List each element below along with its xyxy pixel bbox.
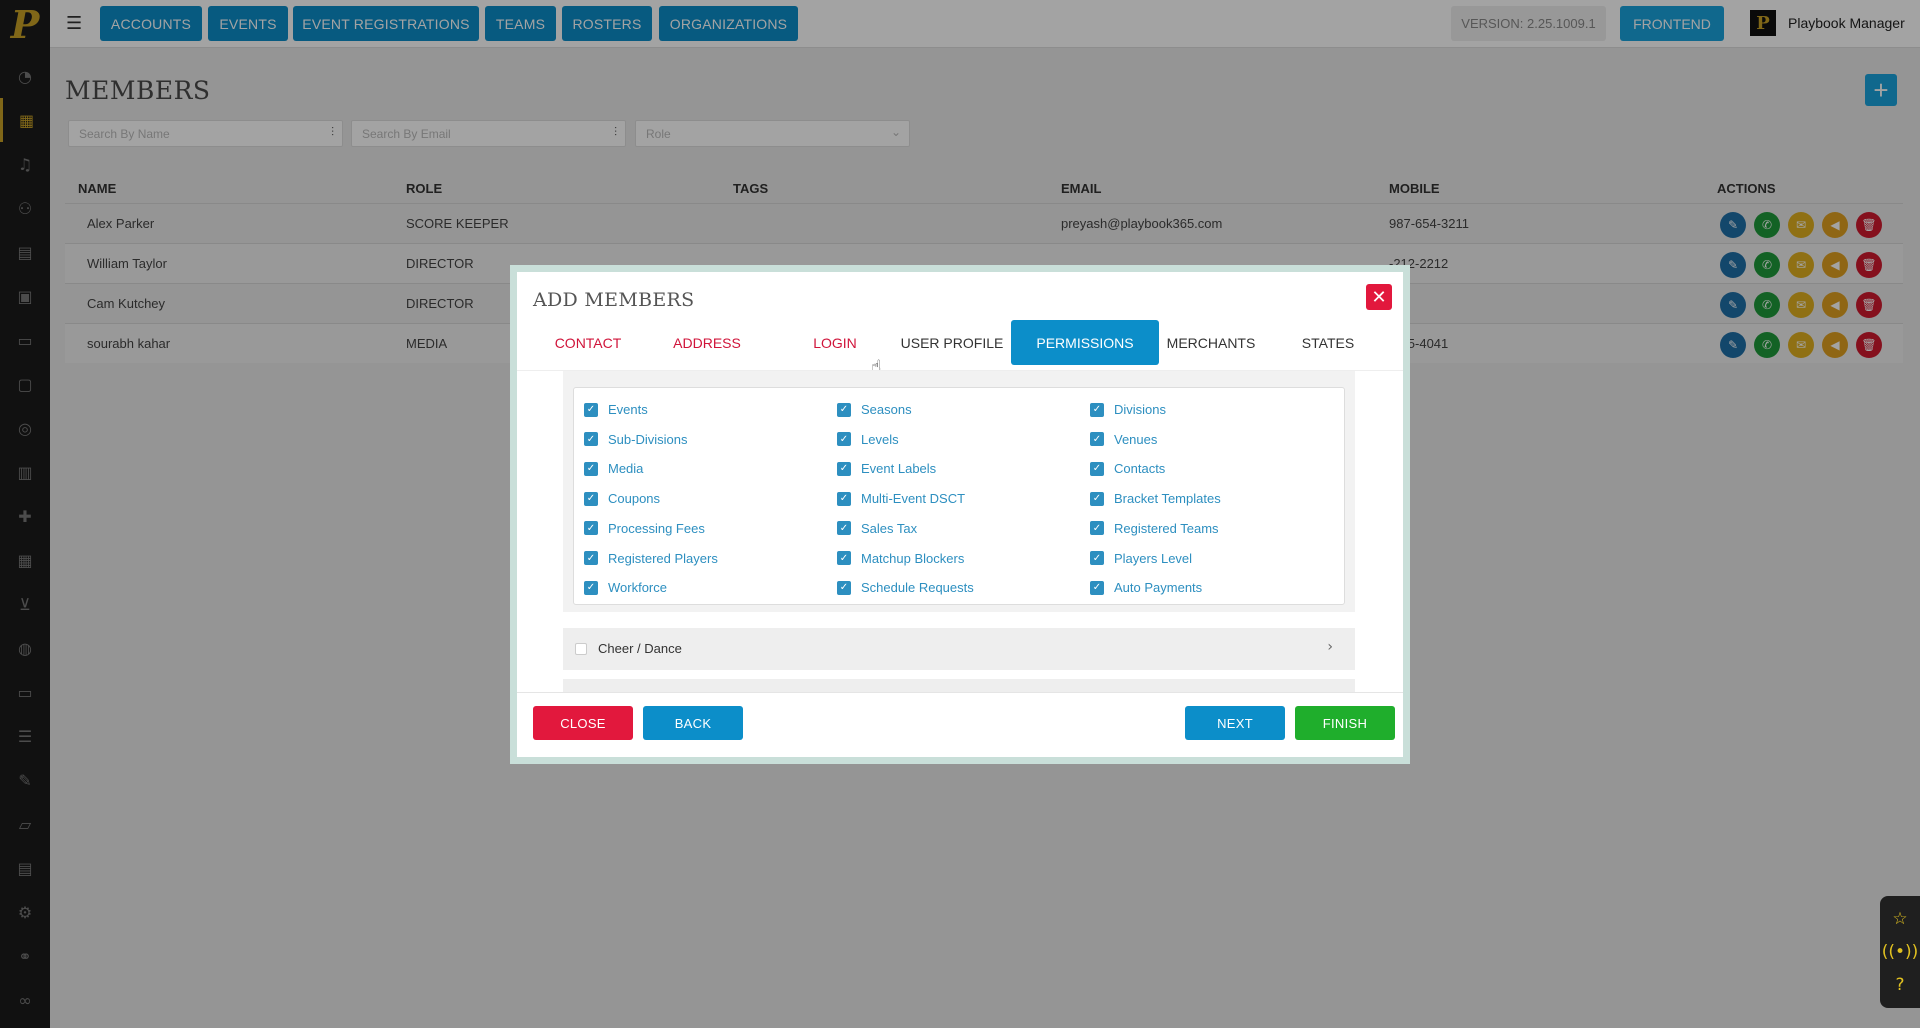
permission-item[interactable]: ✓ Registered Players [584, 551, 718, 566]
checkbox-checked-icon[interactable]: ✓ [584, 402, 598, 417]
permission-item[interactable]: ✓ Contacts [1090, 461, 1165, 476]
checkbox-checked-icon[interactable]: ✓ [584, 521, 598, 536]
next-button[interactable]: NEXT [1185, 706, 1285, 740]
checkbox-checked-icon[interactable]: ✓ [1090, 491, 1104, 506]
permission-item[interactable]: ✓ Coupons [584, 491, 660, 506]
permissions-list: ✓ Events ✓ Sub-Divisions ✓ Media ✓ Coupons ✓ Proc… [573, 387, 1345, 605]
permission-item[interactable]: ✓ Levels [837, 432, 899, 447]
broadcast-icon[interactable]: ((•)) [1882, 942, 1919, 962]
permission-label: Workforce [608, 580, 667, 596]
cheer-dance-checkbox[interactable] [575, 643, 587, 655]
quick-dock: ☆ ((•)) ? [1880, 896, 1920, 1008]
permission-item[interactable]: ✓ Schedule Requests [837, 580, 974, 595]
permission-item[interactable]: ✓ Divisions [1090, 402, 1166, 417]
permission-label: Contacts [1114, 461, 1166, 477]
checkbox-checked-icon[interactable]: ✓ [1090, 432, 1104, 447]
checkbox-checked-icon[interactable]: ✓ [584, 551, 598, 565]
checkbox-checked-icon[interactable]: ✓ [1090, 461, 1104, 476]
permission-item[interactable]: ✓ Sub-Divisions [584, 432, 687, 447]
modal-title: ADD MEMBERS [533, 289, 695, 311]
permission-item[interactable]: ✓ Seasons [837, 402, 912, 417]
checkbox-checked-icon[interactable]: ✓ [837, 402, 851, 417]
permission-label: Players Level [1114, 550, 1193, 566]
permission-label: Events [608, 402, 648, 417]
add-members-modal: ADD MEMBERS ✕ CONTACT ADDRESS LOGIN USER… [510, 265, 1410, 764]
star-icon[interactable]: ☆ [1892, 909, 1907, 929]
close-button[interactable]: CLOSE [533, 706, 633, 740]
close-icon[interactable]: ✕ [1366, 284, 1392, 310]
permission-item[interactable]: ✓ Players Level [1090, 551, 1192, 566]
finish-button[interactable]: FINISH [1295, 706, 1395, 740]
section-label: Cheer / Dance [598, 641, 682, 656]
chevron-right-icon[interactable]: › [1327, 639, 1333, 655]
checkbox-checked-icon[interactable]: ✓ [837, 461, 851, 476]
tab-login[interactable]: LOGIN [785, 320, 885, 365]
permission-item[interactable]: ✓ Auto Payments [1090, 580, 1202, 595]
tab-contact[interactable]: CONTACT [533, 320, 643, 365]
permission-item[interactable]: ✓ Bracket Templates [1090, 491, 1221, 506]
permission-label: Divisions [1114, 402, 1167, 417]
checkbox-checked-icon[interactable]: ✓ [837, 551, 851, 565]
checkbox-checked-icon[interactable]: ✓ [584, 432, 598, 447]
permission-item[interactable]: ✓ Registered Teams [1090, 521, 1219, 536]
section-cheer-dance[interactable]: Cheer / Dance › [563, 628, 1355, 670]
permission-label: Levels [861, 431, 899, 447]
permissions-group: ✓ Events ✓ Sub-Divisions ✓ Media ✓ Coupons ✓ Proc… [563, 380, 1355, 612]
checkbox-checked-icon[interactable]: ✓ [837, 521, 851, 536]
permission-label: Registered Teams [1114, 520, 1219, 536]
checkbox-checked-icon[interactable]: ✓ [584, 461, 598, 476]
permission-label: Coupons [608, 491, 661, 507]
permission-label: Registered Players [608, 550, 718, 566]
permission-label: Matchup Blockers [861, 550, 965, 566]
permission-label: Processing Fees [608, 520, 705, 536]
checkbox-checked-icon[interactable]: ✓ [1090, 521, 1104, 536]
permission-item[interactable]: ✓ Sales Tax [837, 521, 917, 536]
permission-label: Media [608, 461, 644, 477]
checkbox-checked-icon[interactable]: ✓ [837, 580, 851, 595]
permission-item[interactable]: ✓ Event Labels [837, 461, 936, 476]
checkbox-checked-icon[interactable]: ✓ [1090, 580, 1104, 595]
help-icon[interactable]: ? [1895, 975, 1904, 995]
back-button[interactable]: BACK [643, 706, 743, 740]
checkbox-checked-icon[interactable]: ✓ [1090, 551, 1104, 565]
permission-label: Sales Tax [861, 520, 918, 536]
checkbox-checked-icon[interactable]: ✓ [837, 432, 851, 447]
modal-footer: CLOSE BACK NEXT FINISH [517, 692, 1403, 757]
permission-item[interactable]: ✓ Matchup Blockers [837, 551, 964, 566]
tab-states[interactable]: STATES [1288, 320, 1368, 365]
permission-label: Bracket Templates [1114, 491, 1221, 507]
permission-label: Sub-Divisions [608, 431, 688, 447]
section-divider [563, 371, 1355, 380]
permission-item[interactable]: ✓ Venues [1090, 432, 1157, 447]
permission-label: Multi-Event DSCT [861, 491, 966, 507]
tab-permissions[interactable]: PERMISSIONS [1011, 320, 1159, 365]
permission-label: Auto Payments [1114, 580, 1203, 596]
permission-label: Seasons [861, 402, 912, 417]
checkbox-checked-icon[interactable]: ✓ [837, 491, 851, 506]
permission-item[interactable]: ✓ Processing Fees [584, 521, 705, 536]
tab-user-profile[interactable]: USER PROFILE [897, 320, 1007, 365]
modal-tabs: CONTACT ADDRESS LOGIN USER PROFILE PERMI… [517, 320, 1403, 370]
checkbox-checked-icon[interactable]: ✓ [584, 491, 598, 506]
next-section-peek [563, 679, 1355, 693]
checkbox-checked-icon[interactable]: ✓ [1090, 402, 1104, 417]
permission-item[interactable]: ✓ Media [584, 461, 643, 476]
permission-label: Venues [1114, 431, 1158, 447]
permission-item[interactable]: ✓ Workforce [584, 580, 667, 595]
tab-address[interactable]: ADDRESS [652, 320, 762, 365]
tab-merchants[interactable]: MERCHANTS [1161, 320, 1261, 365]
permission-label: Schedule Requests [861, 580, 974, 596]
permissions-content: ✓ Events ✓ Sub-Divisions ✓ Media ✓ Coupons ✓ Proc… [517, 370, 1403, 693]
modal-body: ADD MEMBERS ✕ CONTACT ADDRESS LOGIN USER… [517, 272, 1403, 757]
permission-label: Event Labels [861, 461, 937, 477]
permission-item[interactable]: ✓ Multi-Event DSCT [837, 491, 965, 506]
permission-item[interactable]: ✓ Events [584, 402, 648, 417]
checkbox-checked-icon[interactable]: ✓ [584, 580, 598, 595]
